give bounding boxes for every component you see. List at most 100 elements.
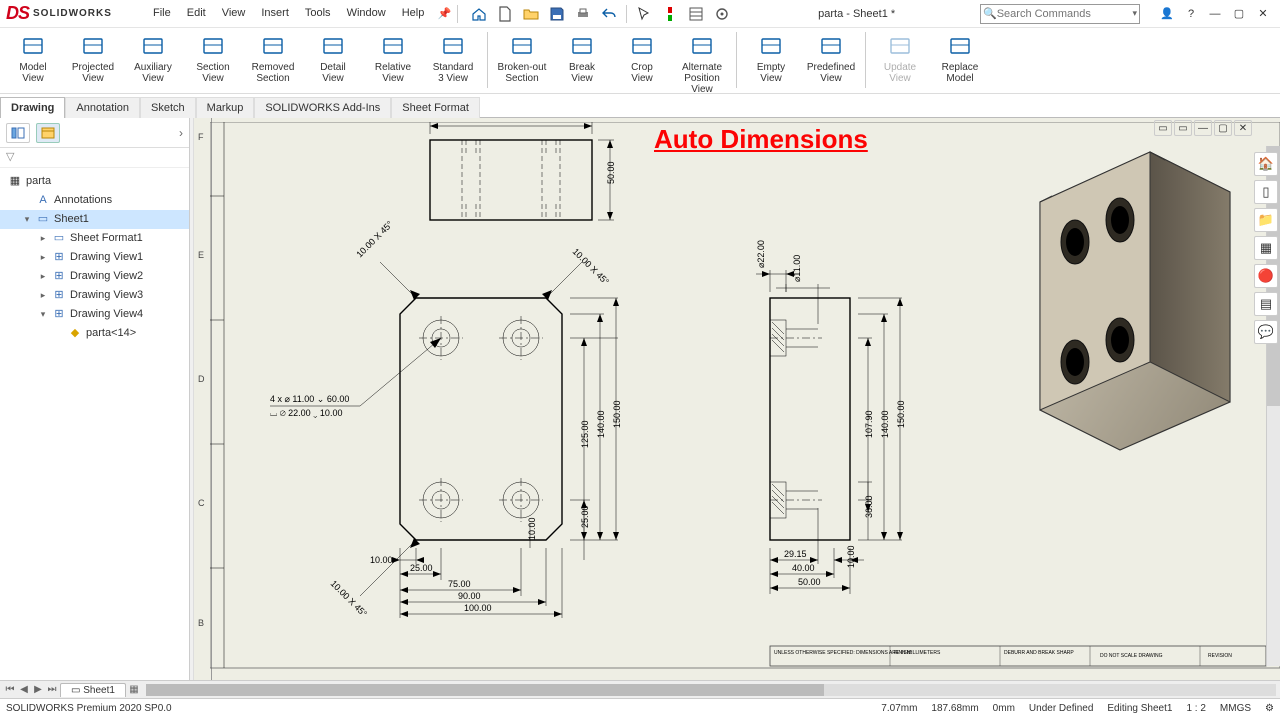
- drawing-canvas[interactable]: Auto Dimensions ▭ ▭ — ▢ ✕ 🏠 ▯ 📁 ▦ 🔴 ▤ 💬 …: [194, 118, 1280, 680]
- rail-palette-icon[interactable]: ▦: [1254, 236, 1278, 260]
- filter-icon[interactable]: ▽: [6, 151, 14, 163]
- menu-edit[interactable]: Edit: [180, 3, 213, 25]
- tab-annotation[interactable]: Annotation: [65, 97, 140, 118]
- sheet-tab[interactable]: ▭ Sheet1: [60, 683, 126, 697]
- ribbon-label: RelativeView: [375, 62, 411, 84]
- feature-manager-panel: › ▽ ▦ parta AAnnotations▾▭Sheet1▸▭Sheet …: [0, 118, 190, 680]
- ribbon-detail-view[interactable]: DetailView: [304, 32, 362, 86]
- svg-text:10.00 X 45°: 10.00 X 45°: [329, 578, 370, 619]
- rail-home-icon[interactable]: 🏠: [1254, 152, 1278, 176]
- mdi-minimize-button[interactable]: —: [1194, 120, 1212, 136]
- menu-view[interactable]: View: [215, 3, 253, 25]
- ribbon-break-view[interactable]: BreakView: [553, 32, 611, 86]
- auxiliary-view-icon: [140, 34, 166, 60]
- user-icon[interactable]: 👤: [1156, 3, 1178, 25]
- tab-drawing[interactable]: Drawing: [0, 97, 65, 118]
- select-icon[interactable]: [633, 3, 655, 25]
- menu-help[interactable]: Help: [395, 3, 432, 25]
- status-mode: Editing Sheet1: [1107, 703, 1172, 714]
- rail-library-icon[interactable]: ▯: [1254, 180, 1278, 204]
- predefined-view-icon: [818, 34, 844, 60]
- new-icon[interactable]: [494, 3, 516, 25]
- ribbon-empty-view[interactable]: EmptyView: [742, 32, 800, 86]
- menu-pin-icon[interactable]: 📌: [433, 3, 455, 25]
- tab-markup[interactable]: Markup: [196, 97, 255, 118]
- help-icon[interactable]: ?: [1180, 3, 1202, 25]
- mdi-cascade-icon[interactable]: ▭: [1174, 120, 1192, 136]
- mdi-maximize-button[interactable]: ▢: [1214, 120, 1232, 136]
- status-units[interactable]: MMGS: [1220, 703, 1251, 714]
- print-icon[interactable]: [572, 3, 594, 25]
- tab-sketch[interactable]: Sketch: [140, 97, 196, 118]
- ribbon-alt-pos-view[interactable]: AlternatePositionView: [673, 32, 731, 97]
- properties-icon[interactable]: [685, 3, 707, 25]
- rebuild-icon[interactable]: [659, 3, 681, 25]
- tree-item-drawing-view4[interactable]: ▾⊞Drawing View4: [0, 305, 189, 324]
- ribbon-broken-out-section[interactable]: Broken-outSection: [493, 32, 551, 86]
- status-gear-icon[interactable]: ⚙: [1265, 703, 1274, 714]
- ribbon-projected-view[interactable]: ProjectedView: [64, 32, 122, 86]
- tree-twisty-icon[interactable]: ▸: [38, 231, 48, 246]
- tree-item-drawing-view2[interactable]: ▸⊞Drawing View2: [0, 267, 189, 286]
- maximize-button[interactable]: ▢: [1228, 3, 1250, 25]
- add-sheet-button[interactable]: ▦: [128, 684, 140, 695]
- tree-item-drawing-view1[interactable]: ▸⊞Drawing View1: [0, 248, 189, 267]
- ribbon-crop-view[interactable]: CropView: [613, 32, 671, 86]
- undo-icon[interactable]: [598, 3, 620, 25]
- menu-window[interactable]: Window: [340, 3, 393, 25]
- tree-item-label: Drawing View3: [70, 288, 143, 303]
- panel-tab-display-icon[interactable]: [36, 123, 60, 143]
- tree-item-sheet1[interactable]: ▾▭Sheet1: [0, 210, 189, 229]
- tree-item-parta-14-[interactable]: ◆parta<14>: [0, 324, 189, 343]
- ribbon-removed-section[interactable]: RemovedSection: [244, 32, 302, 86]
- tree-node-icon: A: [36, 194, 50, 208]
- rail-appearance-icon[interactable]: 🔴: [1254, 264, 1278, 288]
- open-icon[interactable]: [520, 3, 542, 25]
- ribbon-replace-model[interactable]: ReplaceModel: [931, 32, 989, 86]
- tab-sheet-format[interactable]: Sheet Format: [391, 97, 480, 118]
- tree-item-sheet-format1[interactable]: ▸▭Sheet Format1: [0, 229, 189, 248]
- ribbon-predefined-view[interactable]: PredefinedView: [802, 32, 860, 86]
- search-dropdown-icon[interactable]: ▾: [1132, 8, 1137, 19]
- ribbon-standard-3-view[interactable]: Standard3 View: [424, 32, 482, 86]
- mdi-close-button[interactable]: ✕: [1234, 120, 1252, 136]
- save-icon[interactable]: [546, 3, 568, 25]
- tree-twisty-icon[interactable]: ▾: [22, 212, 32, 227]
- tree-root[interactable]: ▦ parta: [0, 172, 189, 191]
- menu-tools[interactable]: Tools: [298, 3, 338, 25]
- tree-twisty-icon[interactable]: ▸: [38, 250, 48, 265]
- tab-solidworks-add-ins[interactable]: SOLIDWORKS Add-Ins: [254, 97, 391, 118]
- ribbon-auxiliary-view[interactable]: AuxiliaryView: [124, 32, 182, 86]
- close-button[interactable]: ✕: [1252, 3, 1274, 25]
- tree-item-drawing-view3[interactable]: ▸⊞Drawing View3: [0, 286, 189, 305]
- rail-properties-icon[interactable]: ▤: [1254, 292, 1278, 316]
- svg-text:DO NOT SCALE DRAWING: DO NOT SCALE DRAWING: [1100, 653, 1163, 659]
- command-ribbon: ModelViewProjectedViewAuxiliaryViewSecti…: [0, 28, 1280, 94]
- ribbon-section-view[interactable]: SectionView: [184, 32, 242, 86]
- panel-expand-icon[interactable]: ›: [179, 126, 183, 140]
- last-sheet-button[interactable]: ⏭: [46, 684, 58, 695]
- search-input[interactable]: [997, 8, 1133, 20]
- home-icon[interactable]: [468, 3, 490, 25]
- rail-explorer-icon[interactable]: 📁: [1254, 208, 1278, 232]
- next-sheet-button[interactable]: ▶: [32, 684, 44, 695]
- command-search[interactable]: 🔍 ▾: [980, 4, 1140, 24]
- tree-twisty-icon[interactable]: ▸: [38, 288, 48, 303]
- menu-insert[interactable]: Insert: [254, 3, 296, 25]
- title-block: UNLESS OTHERWISE SPECIFIED: DIMENSIONS A…: [770, 646, 1266, 666]
- options-icon[interactable]: [711, 3, 733, 25]
- ribbon-model-view[interactable]: ModelView: [4, 32, 62, 86]
- panel-tab-tree-icon[interactable]: [6, 123, 30, 143]
- horizontal-scrollbar[interactable]: [146, 684, 1276, 696]
- minimize-button[interactable]: —: [1204, 3, 1226, 25]
- tree-twisty-icon[interactable]: ▾: [38, 307, 48, 322]
- tree-item-annotations[interactable]: AAnnotations: [0, 191, 189, 210]
- ribbon-relative-view[interactable]: RelativeView: [364, 32, 422, 86]
- first-sheet-button[interactable]: ⏮: [4, 684, 16, 695]
- prev-sheet-button[interactable]: ◀: [18, 684, 30, 695]
- rail-forum-icon[interactable]: 💬: [1254, 320, 1278, 344]
- ribbon-label: BreakView: [569, 62, 595, 84]
- mdi-tile-icon[interactable]: ▭: [1154, 120, 1172, 136]
- tree-twisty-icon[interactable]: ▸: [38, 269, 48, 284]
- menu-file[interactable]: File: [146, 3, 178, 25]
